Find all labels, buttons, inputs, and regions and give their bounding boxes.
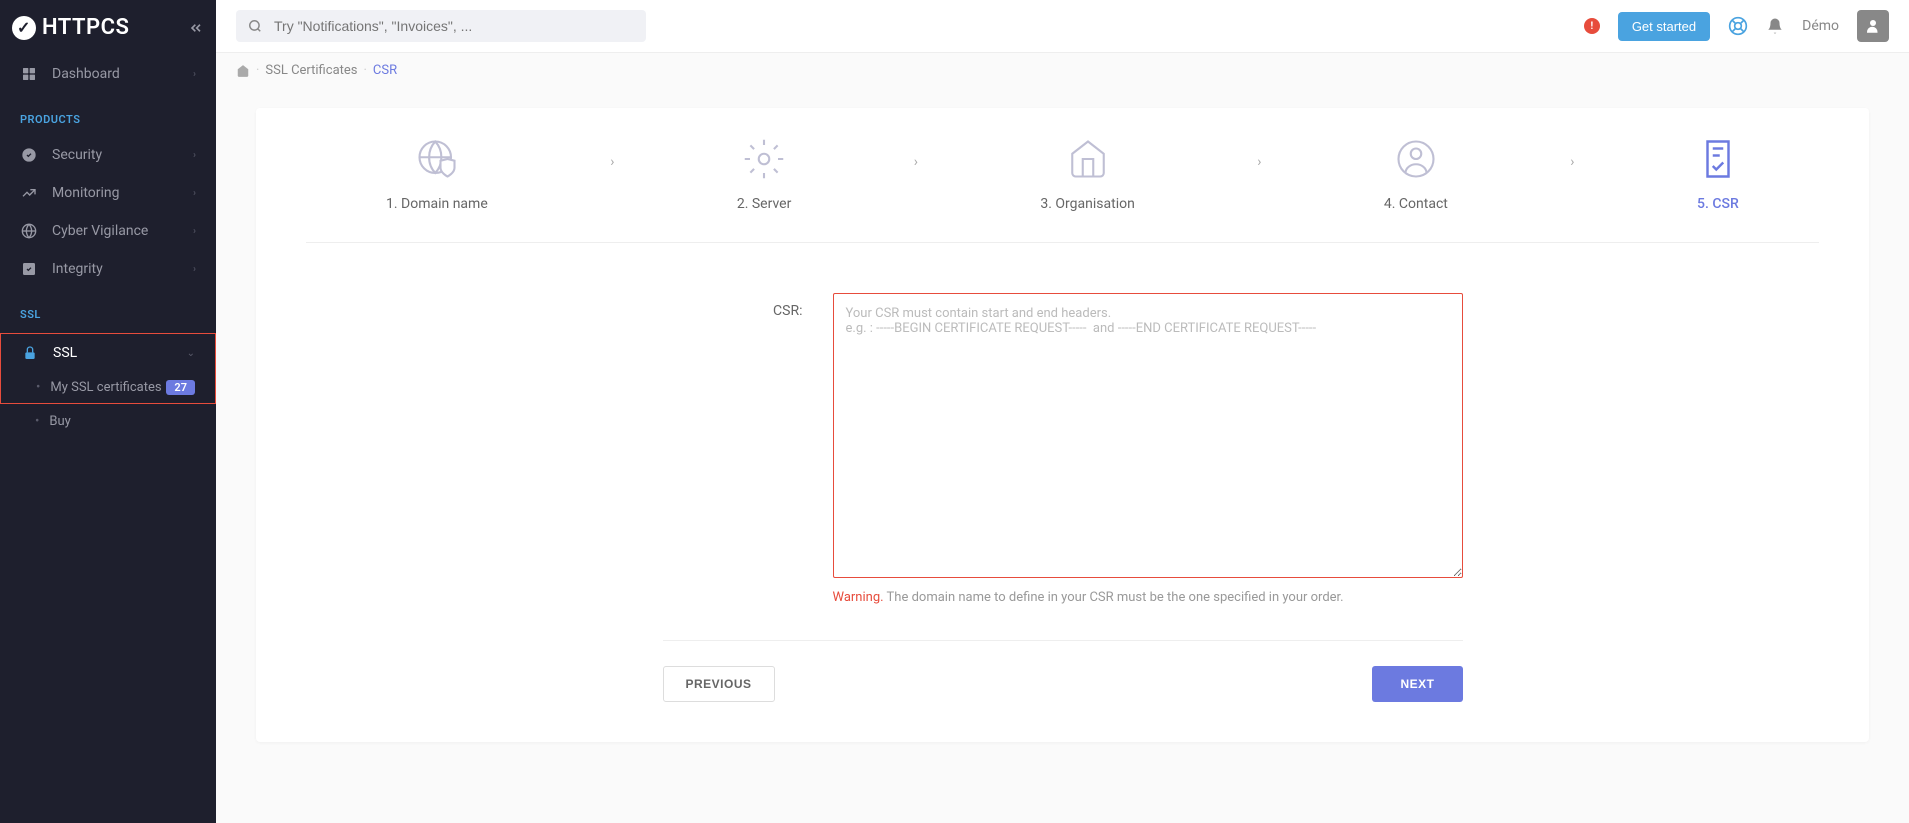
step-label: 2. Server [737, 196, 792, 212]
search-input[interactable] [236, 10, 646, 42]
step-label: 5. CSR [1697, 196, 1739, 212]
chevron-down-icon: ⌄ [187, 348, 195, 359]
home-icon[interactable] [236, 64, 250, 78]
sidebar-subitem-label: My SSL certificates [50, 380, 161, 395]
step-organisation[interactable]: 3. Organisation [1040, 138, 1134, 212]
step-label: 4. Contact [1384, 196, 1448, 212]
lifebuoy-icon[interactable] [1728, 16, 1748, 36]
chevron-right-icon: › [193, 264, 196, 275]
sidebar-item-security[interactable]: Security › [0, 136, 216, 174]
breadcrumb: · SSL Certificates · CSR [216, 52, 1909, 88]
dashboard-icon [20, 65, 38, 83]
next-button[interactable]: NEXT [1372, 666, 1462, 702]
sidebar-item-monitoring[interactable]: Monitoring › [0, 174, 216, 212]
warning-label: Warning. [833, 590, 884, 605]
chart-line-icon [20, 184, 38, 202]
sidebar-item-label: Integrity [52, 261, 103, 277]
sidebar-item-label: Dashboard [52, 66, 120, 82]
breadcrumb-current: CSR [373, 63, 397, 78]
step-csr[interactable]: 5. CSR [1697, 138, 1739, 212]
sidebar-subitem-label: Buy [49, 414, 70, 429]
brand-name: HTTPCS [42, 15, 129, 40]
globe-icon [20, 222, 38, 240]
chevron-right-icon: › [193, 69, 196, 80]
sidebar: ✓ HTTPCS Dashboard › PRODUCTS Security › [0, 0, 216, 823]
shield-check-icon [20, 146, 38, 164]
user-name[interactable]: Démo [1802, 18, 1839, 34]
topbar: ! Get started Démo [216, 0, 1909, 52]
globe-shield-icon [416, 138, 458, 180]
logo[interactable]: ✓ HTTPCS [12, 15, 129, 40]
sidebar-item-cyber-vigilance[interactable]: Cyber Vigilance › [0, 212, 216, 250]
previous-button[interactable]: PREVIOUS [663, 666, 775, 702]
csr-textarea[interactable] [833, 293, 1463, 578]
step-server[interactable]: 2. Server [737, 138, 792, 212]
step-label: 3. Organisation [1040, 196, 1134, 212]
sidebar-item-label: Security [52, 147, 102, 163]
breadcrumb-separator: · [256, 63, 259, 78]
check-square-icon [20, 260, 38, 278]
chevron-right-icon: › [1257, 154, 1261, 170]
sidebar-item-dashboard[interactable]: Dashboard › [0, 55, 216, 93]
logo-icon: ✓ [12, 16, 36, 40]
sidebar-item-label: SSL [53, 345, 77, 361]
chevron-right-icon: › [914, 154, 918, 170]
ssl-count-badge: 27 [166, 380, 195, 395]
person-circle-icon [1395, 138, 1437, 180]
document-check-icon [1697, 138, 1739, 180]
bell-icon[interactable] [1766, 17, 1784, 35]
avatar[interactable] [1857, 10, 1889, 42]
warning-text: The domain name to define in your CSR mu… [884, 590, 1344, 605]
csr-label: CSR: [663, 293, 803, 319]
search-icon [248, 19, 262, 33]
chevron-right-icon: › [193, 226, 196, 237]
breadcrumb-ssl-certs[interactable]: SSL Certificates [265, 63, 357, 78]
breadcrumb-separator: · [364, 63, 367, 78]
sidebar-item-label: Monitoring [52, 185, 120, 201]
chevron-right-icon: › [1570, 154, 1574, 170]
ssl-heading: SSL [0, 288, 216, 331]
stepper: 1. Domain name › 2. Server › 3 [306, 133, 1819, 243]
sidebar-subitem-my-ssl[interactable]: My SSL certificates 27 [11, 372, 215, 403]
sidebar-item-integrity[interactable]: Integrity › [0, 250, 216, 288]
gear-icon [743, 138, 785, 180]
products-heading: PRODUCTS [0, 93, 216, 136]
sidebar-item-label: Cyber Vigilance [52, 223, 148, 239]
chevron-right-icon: › [193, 188, 196, 199]
wizard-card: 1. Domain name › 2. Server › 3 [256, 108, 1869, 742]
step-domain[interactable]: 1. Domain name [386, 138, 488, 212]
chevron-right-icon: › [610, 154, 614, 170]
sidebar-subitem-buy[interactable]: Buy [10, 406, 216, 437]
home-icon [1067, 138, 1109, 180]
lock-icon [21, 344, 39, 362]
step-contact[interactable]: 4. Contact [1384, 138, 1448, 212]
collapse-icon[interactable] [188, 20, 204, 36]
chevron-right-icon: › [193, 150, 196, 161]
sidebar-item-ssl[interactable]: SSL ⌄ [1, 334, 215, 372]
alert-badge[interactable]: ! [1584, 18, 1600, 34]
csr-warning: Warning. The domain name to define in yo… [833, 590, 1463, 605]
step-label: 1. Domain name [386, 196, 488, 212]
get-started-button[interactable]: Get started [1618, 12, 1710, 41]
